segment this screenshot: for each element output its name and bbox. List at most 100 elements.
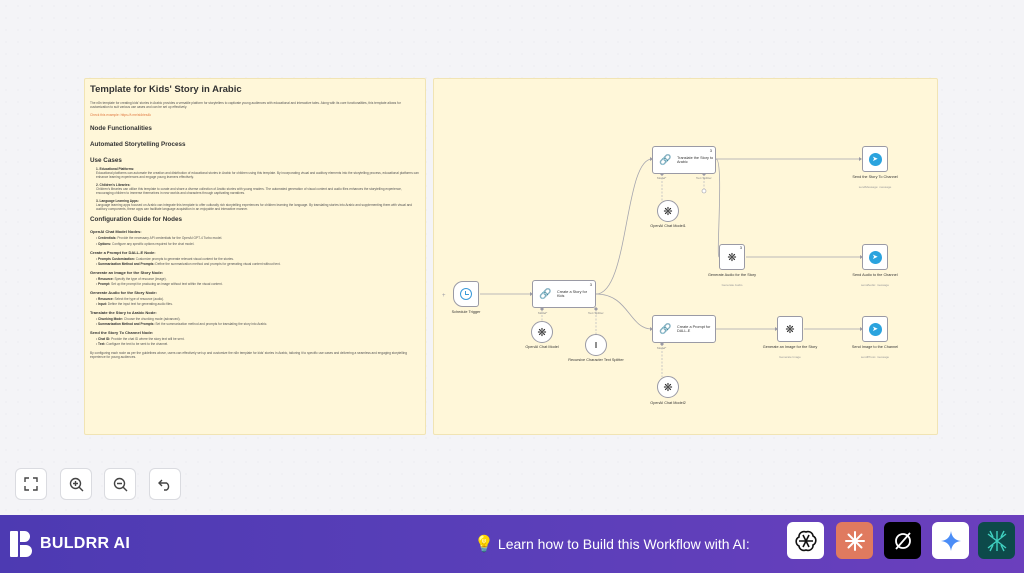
fit-view-button[interactable]: [15, 468, 47, 500]
heading-automated-process: Automated Storytelling Process: [90, 140, 186, 148]
send-image-label: Send Image to the Channel: [851, 345, 899, 349]
buldrr-logo-icon: [10, 531, 32, 557]
create-story-node[interactable]: 🔗 Create a Story for Kids 3: [532, 280, 596, 308]
telegram-icon: ➤: [868, 250, 882, 264]
conn-story-prompt: [595, 293, 653, 330]
recursive-splitter-node[interactable]: ‖: [585, 334, 607, 356]
send-image-node[interactable]: ➤: [862, 316, 888, 342]
claude-button[interactable]: [836, 522, 873, 559]
generate-audio-node[interactable]: ❋ 3: [719, 244, 745, 270]
add-handle: +: [442, 293, 446, 299]
badge-count: 3: [709, 148, 712, 153]
gemini-button[interactable]: [932, 522, 969, 559]
send-audio-node[interactable]: ➤: [862, 244, 888, 270]
chain-link-icon: 🔗: [659, 154, 672, 166]
perplexity-icon: [894, 531, 911, 550]
zoom-out-button[interactable]: [104, 468, 136, 500]
chatgpt-icon: [794, 530, 817, 551]
openai-icon: ❋: [663, 381, 673, 394]
badge-count: 3: [589, 282, 592, 287]
zoom-in-icon: [69, 477, 83, 491]
cta-text: Learn how to Build this Workflow with AI…: [497, 536, 750, 552]
translate-node[interactable]: 🔗 Translate the Story to Arabic 3: [652, 146, 716, 174]
openai-model2-node[interactable]: ❋: [657, 376, 679, 398]
chain-link-icon: 🔗: [659, 323, 672, 335]
send-story-sub: sendMessage: message: [858, 185, 892, 189]
splitter-icon: ‖: [594, 340, 598, 350]
config-item: • Prompt: Set up the prompt for producin…: [96, 281, 223, 286]
port-label-splitter-2: Text Splitter: [696, 176, 712, 180]
config-heading: Generate an Image for the Story Node:: [90, 269, 164, 275]
send-audio-label: Send Audio to the Channel: [852, 273, 898, 277]
gemini-icon: [940, 530, 961, 551]
port-label-model: Model*: [538, 311, 548, 315]
note-intro: The n8n template for creating kids' stor…: [90, 101, 401, 110]
config-item: • Text: Configure the text to be sent to…: [96, 342, 169, 347]
claude-icon: [844, 530, 865, 551]
config-heading: Send the Story To Channel Node:: [90, 330, 154, 336]
schedule-trigger-node[interactable]: [453, 281, 479, 307]
config-item: • Input: Define the input text for gener…: [96, 302, 173, 307]
fit-view-icon: [24, 477, 38, 491]
use-case-item: 3. Language Learning Apps: Language learn…: [96, 199, 413, 212]
generate-image-label: Generate an Image for the Story: [762, 345, 818, 349]
config-item: • Options: Configure any specific option…: [96, 241, 195, 246]
clock-icon: [460, 288, 472, 300]
zoom-out-icon: [113, 477, 127, 491]
openai-model2-label: OpenAI Chat Model2: [650, 401, 686, 405]
config-item: • Chunking Mode: Choose the chunking mod…: [96, 317, 181, 322]
brand-name: BULDRR AI: [40, 535, 131, 552]
config-item: • Credentials: Provide the necessary API…: [96, 236, 223, 241]
chatgpt-button[interactable]: [787, 522, 824, 559]
generate-audio-sub: Generate Audio: [721, 283, 743, 287]
brand-logo[interactable]: BULDRR AI: [10, 531, 130, 557]
generate-audio-label: Generate Audio for the Story: [707, 273, 757, 277]
workflow-canvas[interactable]: Template for Kids' Story in Arabic The n…: [0, 0, 1024, 515]
undo-icon: [158, 479, 170, 491]
create-prompt-node[interactable]: 🔗 Create a Prompt for DALL-E: [652, 315, 716, 343]
openai-icon: ❋: [785, 323, 795, 336]
deepseek-button[interactable]: [978, 522, 1015, 559]
port-label-model-3: Model*: [657, 346, 667, 350]
zoom-in-button[interactable]: [60, 468, 92, 500]
send-audio-sub: sendAudio: message: [860, 283, 890, 287]
generate-image-node[interactable]: ❋: [777, 316, 803, 342]
send-story-label: Send the Story To Channel: [852, 175, 898, 179]
config-heading: Translate the Story to Arabic Node:: [90, 310, 157, 316]
config-heading: Create a Prompt for DALL-E Node:: [90, 249, 156, 255]
openai-icon: ❋: [537, 326, 547, 339]
config-item: • Prompts Customization: Customize promp…: [96, 256, 234, 261]
example-link[interactable]: https://t.me/st4ries4k: [121, 113, 151, 117]
heading-node-functionalities: Node Functionalities: [90, 124, 152, 132]
config-item: • Resource: Select the type of resource …: [96, 297, 165, 301]
openai-model1-label: OpenAI Chat Model1: [650, 224, 686, 228]
generate-image-sub: Generate Image: [779, 355, 801, 359]
config-item: • Resource: Specify the type of resource…: [96, 276, 167, 281]
openai-model-label: OpenAI Chat Model: [525, 345, 559, 349]
openai-model-node[interactable]: ❋: [531, 321, 553, 343]
port-label-model-2: Model*: [657, 176, 667, 180]
openai-model1-node[interactable]: ❋: [657, 200, 679, 222]
perplexity-button[interactable]: [884, 522, 921, 559]
lightbulb-icon: 💡: [474, 536, 494, 553]
schedule-trigger-label: Schedule Trigger: [451, 310, 481, 314]
workflow-area: Model* Text Splitter Model* Text Splitte…: [433, 78, 938, 435]
openai-icon: ❋: [663, 205, 673, 218]
telegram-icon: ➤: [868, 322, 882, 336]
send-story-node[interactable]: ➤: [862, 146, 888, 172]
undo-button[interactable]: [149, 468, 181, 500]
note-check-example: Check this example: https://t.me/st4ries…: [90, 112, 152, 117]
heading-config-guide: Configuration Guide for Nodes: [90, 216, 182, 224]
sticky-note-description[interactable]: Template for Kids' Story in Arabic The n…: [84, 78, 426, 435]
use-cases-list: 1. Educational Platforms: Educational pla…: [90, 167, 420, 212]
use-case-item: 1. Educational Platforms: Educational pla…: [96, 166, 419, 179]
port-label-splitter: Text Splitter: [588, 311, 604, 315]
conn-translate-audio: [715, 158, 721, 258]
note-title: Template for Kids' Story in Arabic: [90, 84, 242, 95]
config-item: • Summarization Method and Prompts: Set …: [96, 322, 268, 327]
config-heading: OpenAI Chat Model Nodes:: [90, 229, 142, 235]
config-guide-list: OpenAI Chat Model Nodes: • Credentials: P…: [90, 229, 420, 346]
config-item: • Summarization Method and Prompts: Defi…: [96, 261, 281, 266]
recursive-splitter-label: Recursive Character Text Splitter: [568, 358, 624, 362]
badge-count: 3: [739, 245, 742, 250]
